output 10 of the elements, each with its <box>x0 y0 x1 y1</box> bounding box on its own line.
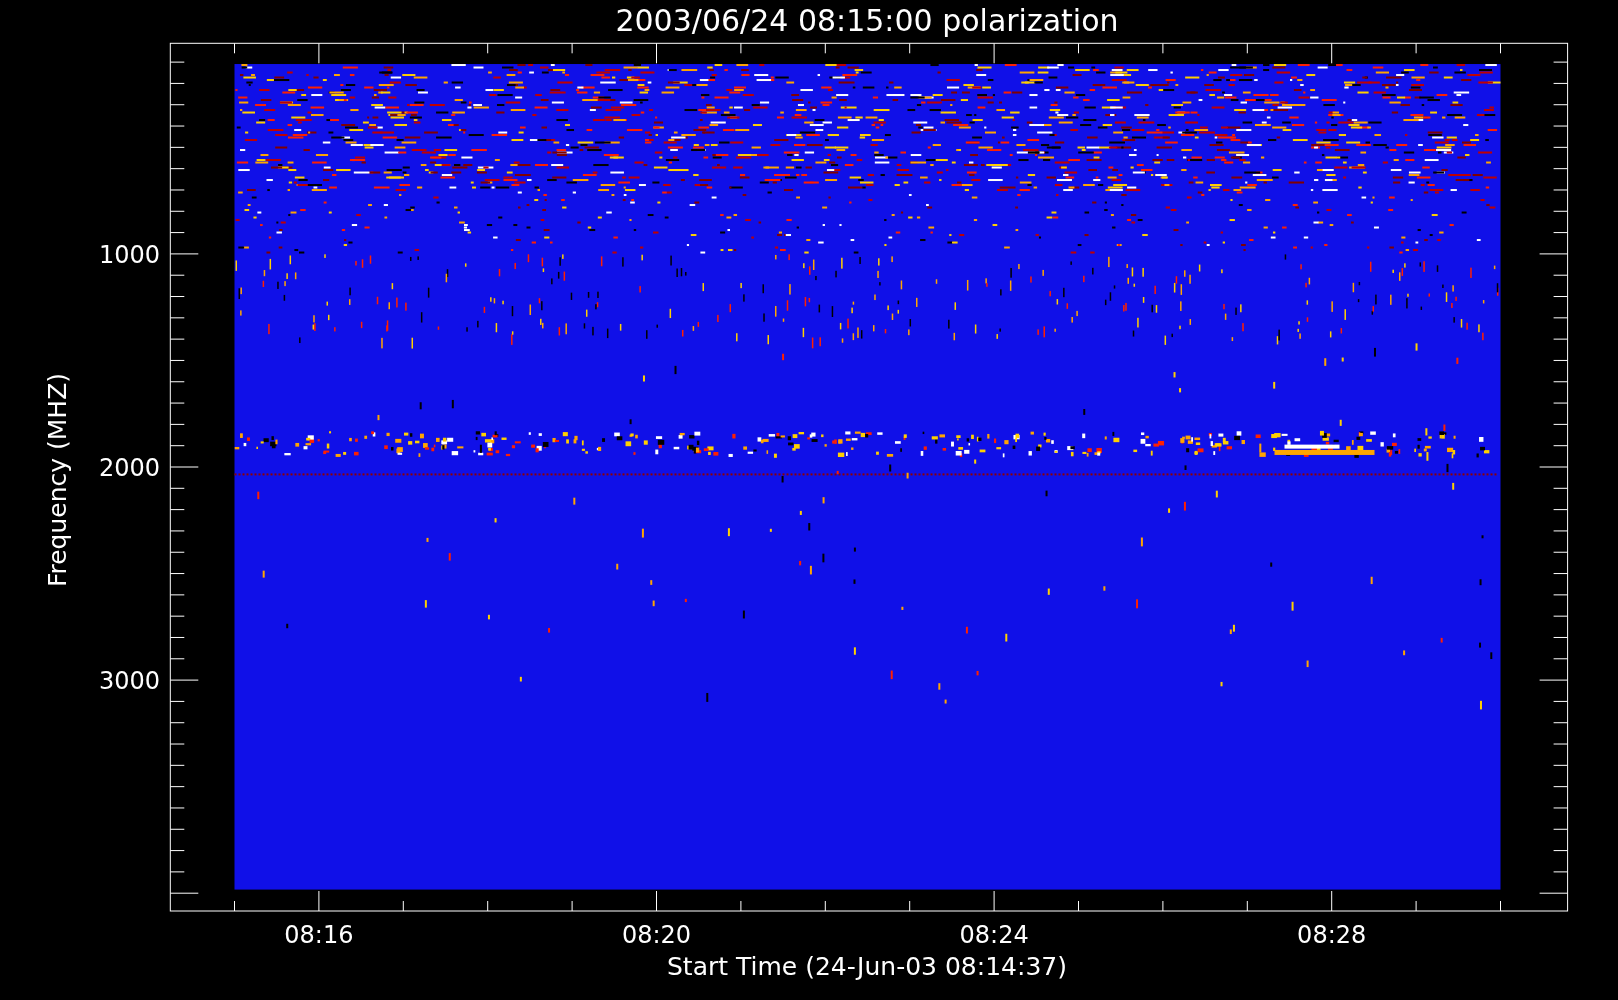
tick-label: 08:28 <box>1297 921 1367 949</box>
tick-label: 2000 <box>98 454 160 482</box>
tick-label: 3000 <box>98 667 160 696</box>
chart-title: 2003/06/24 08:15:00 polarization <box>615 3 1119 38</box>
tick-label: 08:16 <box>284 921 354 949</box>
axis-label: Frequency (MHZ) <box>43 372 72 588</box>
tick-label: 08:24 <box>959 921 1029 949</box>
tick-label: 08:20 <box>621 921 692 949</box>
axis-label: Start Time (24-Jun-03 08:14:37) <box>667 952 1067 981</box>
tick-label: 1000 <box>98 240 160 269</box>
